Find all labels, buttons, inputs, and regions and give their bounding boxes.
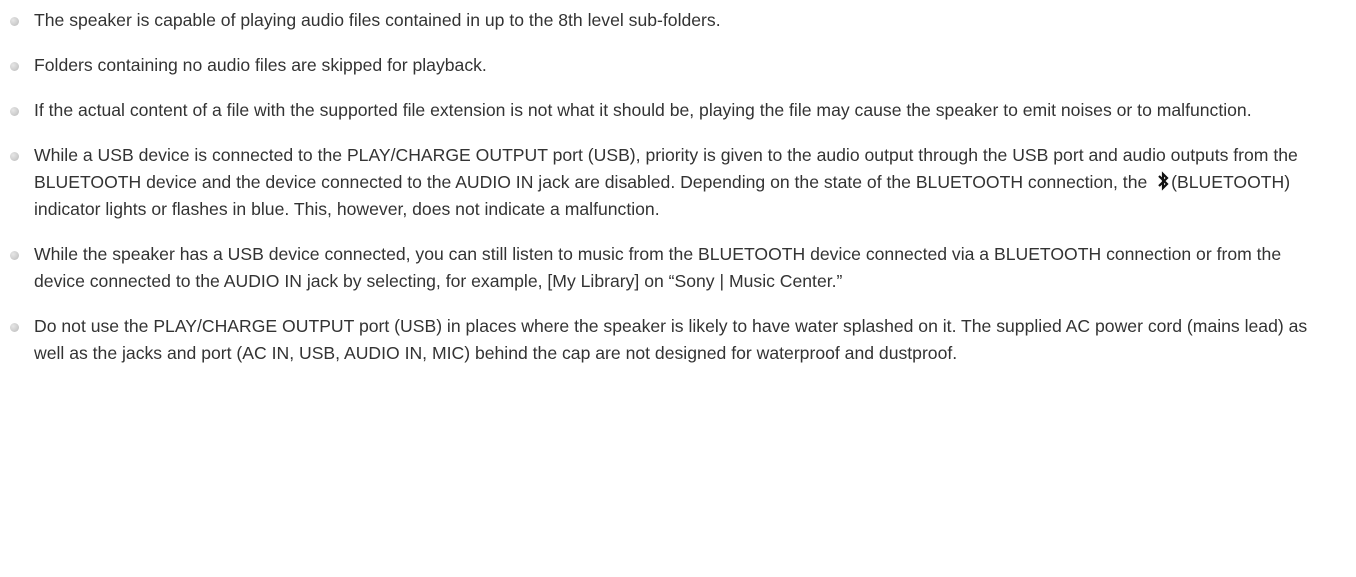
note-text-before-icon: While a USB device is connected to the P… — [34, 145, 1298, 192]
note-text: The speaker is capable of playing audio … — [34, 10, 721, 30]
bullet-icon — [10, 107, 19, 116]
bluetooth-icon — [1158, 171, 1169, 191]
list-item: Do not use the PLAY/CHARGE OUTPUT port (… — [0, 313, 1356, 367]
bullet-icon — [10, 62, 19, 71]
note-text: While the speaker has a USB device conne… — [34, 244, 1282, 291]
list-item: Folders containing no audio files are sk… — [0, 52, 1356, 79]
note-text: Do not use the PLAY/CHARGE OUTPUT port (… — [34, 316, 1308, 363]
bullet-icon — [10, 323, 19, 332]
note-text: If the actual content of a file with the… — [34, 100, 1252, 120]
bullet-icon — [10, 251, 19, 260]
notes-list: The speaker is capable of playing audio … — [0, 7, 1356, 367]
list-item: While a USB device is connected to the P… — [0, 142, 1356, 223]
note-text: Folders containing no audio files are sk… — [34, 55, 487, 75]
bullet-icon — [10, 17, 19, 26]
list-item: While the speaker has a USB device conne… — [0, 241, 1356, 295]
list-item: The speaker is capable of playing audio … — [0, 7, 1356, 34]
bullet-icon — [10, 152, 19, 161]
list-item: If the actual content of a file with the… — [0, 97, 1356, 124]
